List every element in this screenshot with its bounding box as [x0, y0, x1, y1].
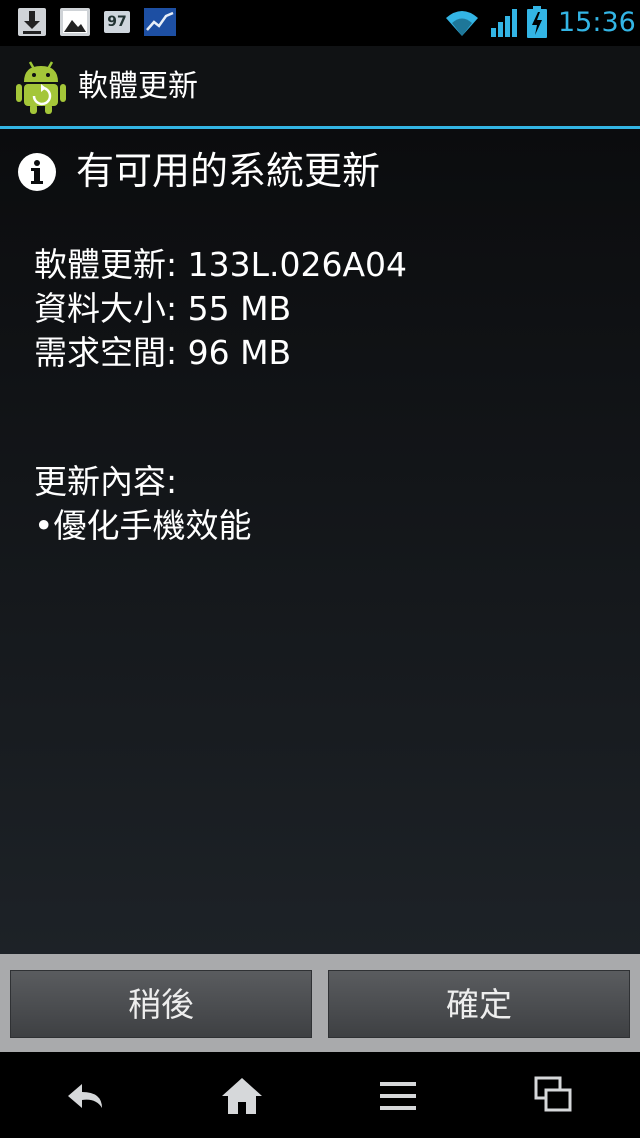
ok-button[interactable]: 確定 [328, 970, 630, 1038]
update-details: 軟體更新: 133L.026A04 資料大小: 55 MB 需求空間: 96 M… [34, 243, 407, 375]
detail-data-size: 資料大小: 55 MB [34, 289, 292, 328]
download-icon [18, 8, 46, 36]
back-icon[interactable] [62, 1072, 110, 1120]
navigation-bar [0, 1052, 640, 1138]
detail-required-space: 需求空間: 96 MB [34, 333, 292, 372]
status-bar: 97 15:36 [0, 0, 640, 46]
button-bar: 稍後 確定 [0, 954, 640, 1052]
menu-icon[interactable] [374, 1072, 422, 1120]
wifi-icon [446, 11, 478, 36]
app-title: 軟體更新 [78, 69, 198, 104]
title-bar: 軟體更新 [0, 46, 640, 126]
badge-icon: 97 [102, 10, 132, 34]
notes-item: •優化手機效能 [34, 506, 252, 545]
recent-apps-icon[interactable] [530, 1072, 578, 1120]
later-button[interactable]: 稍後 [10, 970, 312, 1038]
notes-heading: 更新內容: [34, 462, 178, 501]
update-notes: 更新內容: •優化手機效能 [34, 460, 251, 548]
android-update-icon [16, 61, 66, 114]
badge-count: 97 [104, 11, 130, 33]
status-time: 15:36 [558, 7, 636, 38]
battery-charging-icon [527, 6, 547, 38]
dialog-content: 有可用的系統更新 軟體更新: 133L.026A04 資料大小: 55 MB 需… [0, 129, 640, 954]
gallery-icon [60, 8, 90, 36]
home-icon[interactable] [218, 1072, 266, 1120]
detail-software-version: 軟體更新: 133L.026A04 [34, 245, 408, 284]
info-icon [18, 153, 56, 191]
signal-icon [491, 9, 517, 37]
screen: 97 15:36 軟體更新 有可用的系統更新 軟體更新: 133L.026A04… [0, 0, 640, 1138]
dialog-heading: 有可用的系統更新 [76, 149, 381, 193]
stock-chart-icon [144, 8, 176, 36]
